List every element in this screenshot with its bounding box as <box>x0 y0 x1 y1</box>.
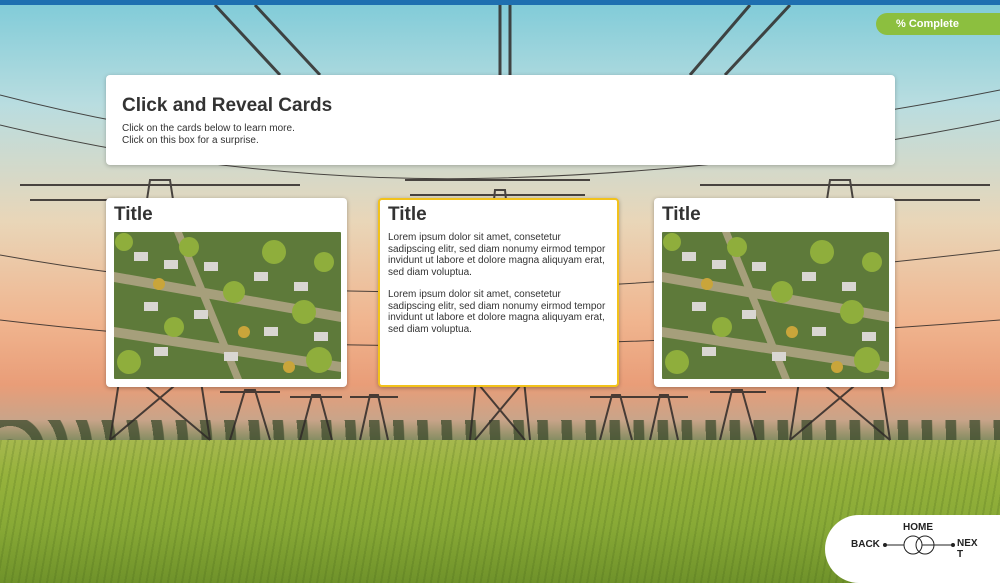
reveal-card-3[interactable]: Title <box>654 198 895 387</box>
top-accent-bar <box>0 0 1000 5</box>
instruction-line-1: Click on the cards below to learn more. <box>122 123 295 134</box>
progress-pill: % Complete <box>876 13 1000 35</box>
card-title: Title <box>662 204 701 225</box>
card-title: Title <box>114 204 153 225</box>
page-title: Click and Reveal Cards <box>122 95 333 116</box>
home-button[interactable]: HOME <box>903 522 933 533</box>
intro-box[interactable]: Click and Reveal Cards Click on the card… <box>106 75 895 165</box>
back-button[interactable]: BACK <box>851 539 880 550</box>
reveal-card-1[interactable]: Title <box>106 198 347 387</box>
suburb-aerial-photo <box>114 232 341 379</box>
progress-label: % Complete <box>896 18 959 30</box>
card-title: Title <box>388 204 427 225</box>
next-button[interactable]: NEX T <box>957 538 978 560</box>
suburb-aerial-photo <box>662 232 889 379</box>
navigation-widget: HOME BACK NEX T <box>825 515 1000 583</box>
card-body-paragraph-2: Lorem ipsum dolor sit amet, consetetur s… <box>388 289 606 335</box>
reveal-card-2[interactable]: Title Lorem ipsum dolor sit amet, conset… <box>378 198 619 387</box>
instruction-line-2: Click on this box for a surprise. <box>122 135 259 146</box>
card-body-paragraph-1: Lorem ipsum dolor sit amet, consetetur s… <box>388 232 606 278</box>
